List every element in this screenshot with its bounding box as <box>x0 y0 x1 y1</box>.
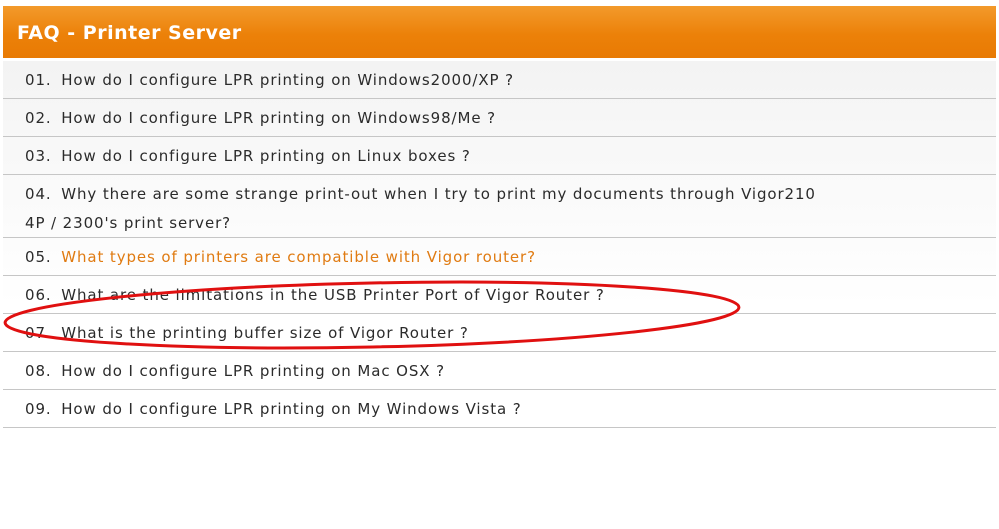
faq-title: FAQ - Printer Server <box>17 22 242 44</box>
faq-item-07[interactable]: 07. What is the printing buffer size of … <box>3 314 996 352</box>
faq-item-03[interactable]: 03. How do I configure LPR printing on L… <box>3 137 996 175</box>
faq-panel: FAQ - Printer Server 01. How do I config… <box>3 6 996 529</box>
faq-item-01[interactable]: 01. How do I configure LPR printing on W… <box>3 61 996 99</box>
faq-item-link-active[interactable]: What types of printers are compatible wi… <box>61 248 536 266</box>
faq-item-link-continued[interactable]: 4P / 2300's print server? <box>25 209 984 237</box>
faq-item-link[interactable]: Why there are some strange print-out whe… <box>61 185 816 203</box>
faq-item-number: 08. <box>25 362 52 380</box>
faq-item-number: 03. <box>25 147 52 165</box>
faq-item-08[interactable]: 08. How do I configure LPR printing on M… <box>3 352 996 390</box>
faq-item-09[interactable]: 09. How do I configure LPR printing on M… <box>3 390 996 428</box>
faq-item-line-1: 04. Why there are some strange print-out… <box>25 180 984 209</box>
faq-item-06[interactable]: 06. What are the limitations in the USB … <box>3 276 996 314</box>
faq-item-number: 02. <box>25 109 52 127</box>
faq-item-04[interactable]: 04. Why there are some strange print-out… <box>3 175 996 238</box>
faq-item-number: 06. <box>25 286 52 304</box>
faq-item-link[interactable]: How do I configure LPR printing on Windo… <box>61 109 496 127</box>
faq-item-link[interactable]: How do I configure LPR printing on Linux… <box>61 147 470 165</box>
faq-item-link[interactable]: How do I configure LPR printing on Mac O… <box>61 362 445 380</box>
faq-header: FAQ - Printer Server <box>3 6 996 61</box>
faq-item-number: 07. <box>25 324 52 342</box>
faq-item-05[interactable]: 05. What types of printers are compatibl… <box>3 238 996 276</box>
faq-item-number: 01. <box>25 71 52 89</box>
faq-item-number: 05. <box>25 248 52 266</box>
faq-item-02[interactable]: 02. How do I configure LPR printing on W… <box>3 99 996 137</box>
faq-item-link[interactable]: What are the limitations in the USB Prin… <box>61 286 604 304</box>
faq-item-number: 09. <box>25 400 52 418</box>
faq-item-number: 04. <box>25 185 52 203</box>
faq-item-link[interactable]: How do I configure LPR printing on Windo… <box>61 71 514 89</box>
faq-item-link[interactable]: How do I configure LPR printing on My Wi… <box>61 400 521 418</box>
faq-item-link[interactable]: What is the printing buffer size of Vigo… <box>61 324 469 342</box>
